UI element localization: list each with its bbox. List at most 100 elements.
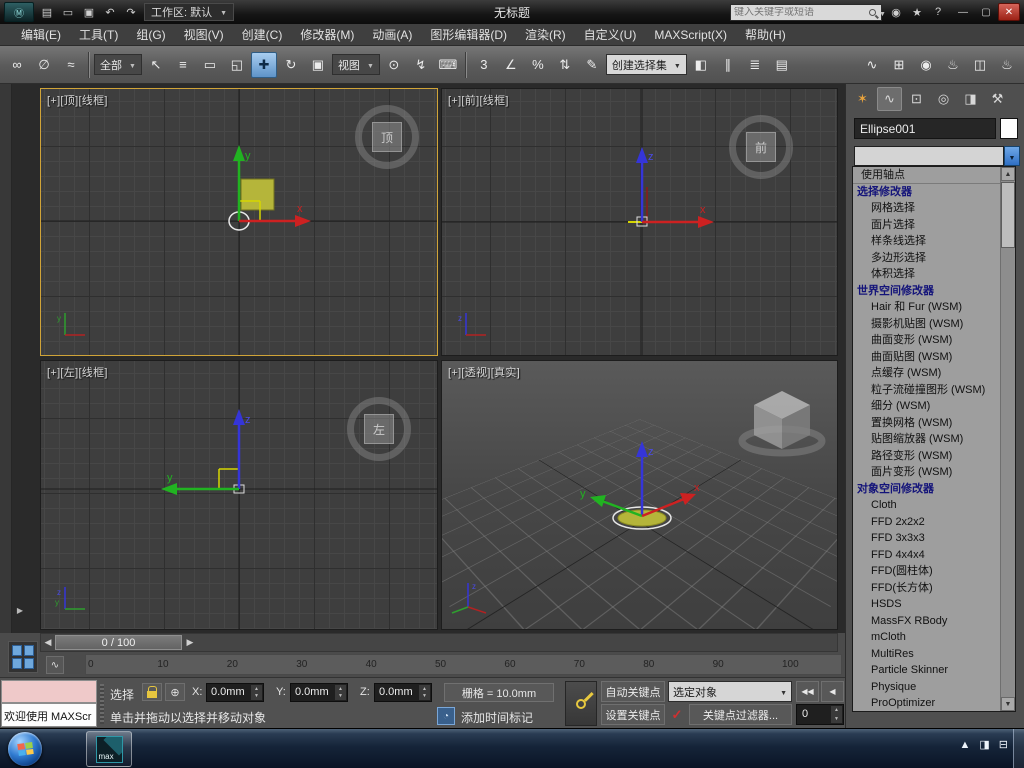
view-cube-face[interactable]: 左 — [364, 414, 394, 444]
modifier-list-item[interactable]: ProOptimizer — [853, 695, 1000, 711]
expand-panel-arrow-icon[interactable]: ▶ — [13, 602, 27, 618]
track-bar[interactable]: 0 10 20 30 40 50 60 70 80 90 100 — [85, 654, 842, 675]
modifier-list-item[interactable]: 置换网格 (WSM) — [853, 415, 1000, 432]
spinner-snap-icon[interactable]: ⇅ — [552, 52, 578, 78]
menu-item[interactable]: 修改器(M) — [291, 24, 363, 46]
selection-filter-dropdown[interactable]: 全部 — [94, 54, 142, 75]
modifier-list-item[interactable]: FFD 3x3x3 — [853, 530, 1000, 547]
sign-in-icon[interactable]: ◉ — [886, 3, 906, 21]
viewport-label[interactable]: [+][顶][线框] — [47, 92, 108, 108]
modifier-list-item[interactable]: FFD(长方体) — [853, 580, 1000, 597]
minimize-button[interactable]: — — [952, 3, 974, 21]
utilities-tab-icon[interactable]: ⚒ — [985, 87, 1010, 111]
maxscript-mini-listener-white[interactable]: 欢迎使用 MAXScr — [1, 703, 97, 727]
schematic-view-icon[interactable]: ⊞ — [886, 52, 912, 78]
modifier-list-item[interactable]: 面片选择 — [853, 217, 1000, 234]
save-file-icon[interactable]: ▣ — [79, 3, 99, 21]
spinner-icon[interactable] — [335, 685, 346, 700]
display-tab-icon[interactable]: ◨ — [958, 87, 983, 111]
scrollbar[interactable]: ▲ ▼ — [1000, 167, 1015, 711]
open-file-icon[interactable]: ▭ — [58, 3, 78, 21]
menu-item[interactable]: 视图(V) — [175, 24, 233, 46]
open-mini-curve-editor-icon[interactable]: ∿ — [46, 656, 64, 674]
object-color-swatch[interactable] — [1000, 118, 1018, 139]
modifier-list-item[interactable]: 使用轴点 — [853, 167, 1000, 184]
modifier-list-item[interactable]: 世界空间修改器 — [853, 283, 1000, 300]
edit-named-selection-sets-icon[interactable]: ✎ — [579, 52, 605, 78]
workspace-dropdown[interactable]: 工作区: 默认 — [144, 3, 235, 21]
view-cube[interactable]: 左 — [347, 397, 411, 461]
select-and-move-icon[interactable]: ✚ — [250, 51, 277, 78]
auto-key-button[interactable]: 自动关键点 — [601, 681, 665, 702]
y-coordinate-field[interactable]: 0.0mm — [290, 683, 348, 702]
mirror-icon[interactable]: ◧ — [688, 52, 714, 78]
percent-snap-icon[interactable]: % — [525, 52, 551, 78]
object-name-field[interactable]: Ellipse001 — [854, 118, 996, 139]
render-production-icon[interactable]: ♨ — [994, 52, 1020, 78]
angle-snap-icon[interactable]: ∠ — [498, 52, 524, 78]
add-time-tag-button[interactable]: 添加时间标记 — [461, 709, 533, 726]
motion-tab-icon[interactable]: ◎ — [931, 87, 956, 111]
material-editor-icon[interactable]: ◉ — [913, 52, 939, 78]
view-cube-face[interactable]: 顶 — [372, 122, 402, 152]
spinner-icon[interactable] — [251, 685, 262, 700]
modifier-list-item[interactable]: 粒子流碰撞图形 (WSM) — [853, 382, 1000, 399]
modifier-list-item[interactable]: 体积选择 — [853, 266, 1000, 283]
modifier-list-item[interactable]: 曲面贴图 (WSM) — [853, 349, 1000, 366]
next-frame-arrow-icon[interactable]: ▶ — [184, 636, 196, 649]
menu-item[interactable]: 动画(A) — [363, 24, 421, 46]
modifier-list-item[interactable]: Hair 和 Fur (WSM) — [853, 299, 1000, 316]
new-scene-icon[interactable]: ▤ — [37, 3, 57, 21]
modifier-list-arrow-button[interactable] — [1004, 146, 1020, 166]
select-and-scale-icon[interactable]: ▣ — [305, 52, 331, 78]
modifier-list-item[interactable]: FFD(圆柱体) — [853, 563, 1000, 580]
bind-to-space-warp-icon[interactable]: ≈ — [58, 52, 84, 78]
previous-frame-icon[interactable]: ◀ — [821, 681, 844, 702]
align-icon[interactable]: ∥ — [715, 52, 741, 78]
menu-item[interactable]: 图形编辑器(D) — [421, 24, 516, 46]
menu-item[interactable]: 自定义(U) — [575, 24, 646, 46]
modifier-list-item[interactable]: Particle Skinner — [853, 662, 1000, 679]
scroll-down-icon[interactable]: ▼ — [1001, 697, 1015, 711]
modifier-list-item[interactable]: 选择修改器 — [853, 184, 1000, 201]
scroll-up-icon[interactable]: ▲ — [1001, 167, 1015, 181]
select-and-rotate-icon[interactable]: ↻ — [278, 52, 304, 78]
graphite-ribbon-icon[interactable]: ▤ — [769, 52, 795, 78]
set-key-button[interactable]: 设置关键点 — [601, 704, 665, 725]
help-icon[interactable]: ? — [928, 3, 948, 21]
modifier-list-item[interactable]: 路径变形 (WSM) — [853, 448, 1000, 465]
reference-coordinate-dropdown[interactable]: 视图 — [331, 54, 380, 75]
set-keys-button[interactable] — [565, 681, 597, 726]
create-tab-icon[interactable]: ✶ — [850, 87, 875, 111]
modifier-list-item[interactable]: HSDS — [853, 596, 1000, 613]
modifier-list-item[interactable]: mCloth — [853, 629, 1000, 646]
volume-icon[interactable]: ⊟ — [999, 738, 1008, 751]
modify-tab-icon[interactable]: ∿ — [877, 87, 902, 111]
layer-manager-icon[interactable]: ≣ — [742, 52, 768, 78]
window-crossing-icon[interactable]: ◱ — [224, 52, 250, 78]
select-by-name-icon[interactable]: ≡ — [170, 52, 196, 78]
spinner-icon[interactable] — [419, 685, 430, 700]
select-and-manipulate-icon[interactable]: ↯ — [408, 52, 434, 78]
render-setup-icon[interactable]: ♨ — [940, 52, 966, 78]
selection-lock-toggle[interactable] — [142, 683, 162, 701]
modifier-list-item[interactable]: 对象空间修改器 — [853, 481, 1000, 498]
modifier-list-item[interactable]: Cloth — [853, 497, 1000, 514]
show-desktop-button[interactable] — [1013, 729, 1024, 768]
curve-editor-icon[interactable]: ∿ — [859, 52, 885, 78]
modifier-list-item[interactable]: 网格选择 — [853, 200, 1000, 217]
time-tag-icon[interactable]: ◔ — [437, 707, 455, 725]
select-object-icon[interactable]: ↖ — [143, 52, 169, 78]
hierarchy-tab-icon[interactable]: ⊡ — [904, 87, 929, 111]
unlink-selection-icon[interactable]: ∅ — [31, 52, 57, 78]
snap-toggle-3d-icon[interactable]: 3 — [471, 52, 497, 78]
show-hidden-icons-icon[interactable]: ▲ — [959, 739, 970, 751]
redo-icon[interactable]: ↷ — [121, 3, 141, 21]
rendered-frame-icon[interactable]: ◫ — [967, 52, 993, 78]
modifier-list-item[interactable]: 细分 (WSM) — [853, 398, 1000, 415]
rectangular-selection-region-icon[interactable]: ▭ — [197, 52, 223, 78]
modifier-list-item[interactable]: 多边形选择 — [853, 250, 1000, 267]
menu-item[interactable]: 编辑(E) — [12, 24, 70, 46]
x-coordinate-field[interactable]: 0.0mm — [206, 683, 264, 702]
use-pivot-point-icon[interactable]: ⊙ — [381, 52, 407, 78]
